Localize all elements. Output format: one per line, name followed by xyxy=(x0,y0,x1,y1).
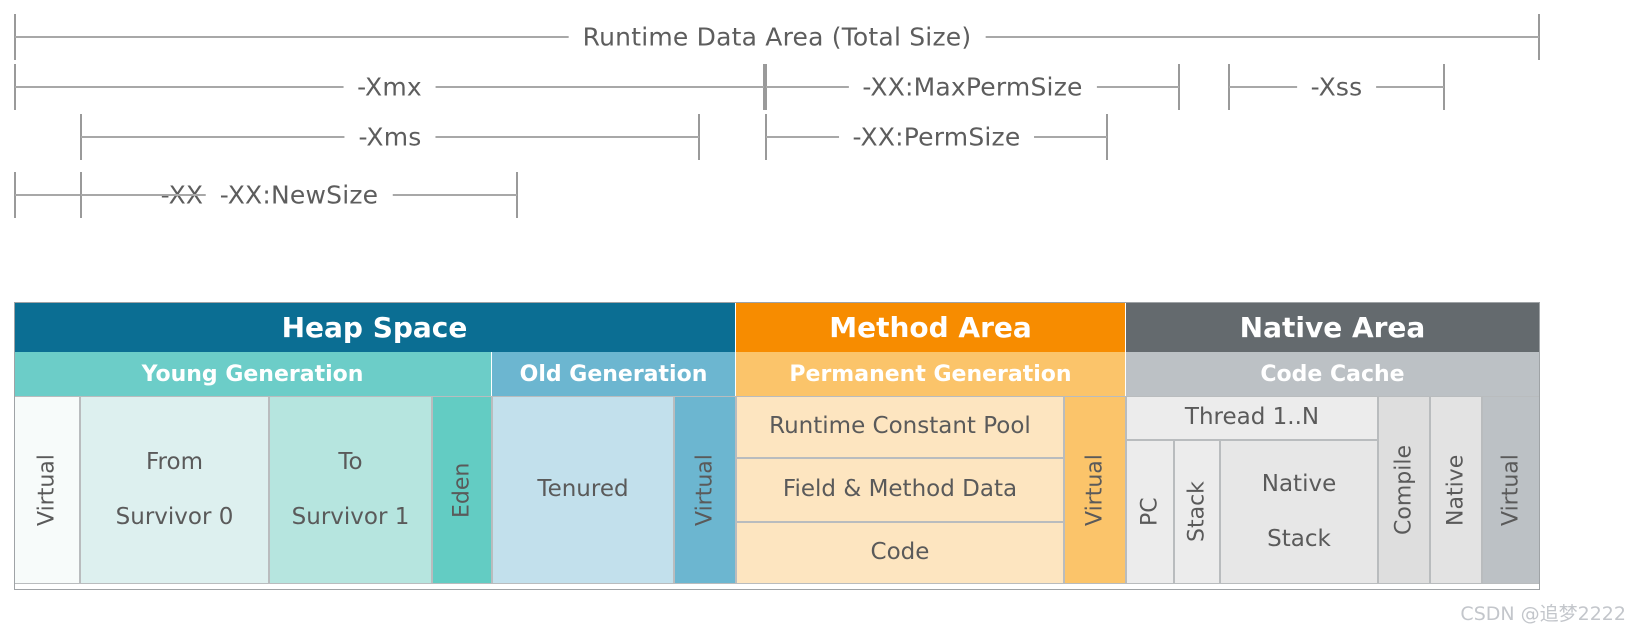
cell-to-survivor-1: To Survivor 1 xyxy=(269,396,432,584)
watermark-label: CSDN @追梦2222 xyxy=(1460,603,1626,625)
cell-from-survivor-0: From Survivor 0 xyxy=(80,396,269,584)
cell-thread-1-n: Thread 1..N xyxy=(1126,396,1378,440)
bracket-label: Runtime Data Area (Total Size) xyxy=(568,22,986,52)
bracket-label: -XX:MaxPermSize xyxy=(848,72,1097,102)
cell-text-line: Tenured xyxy=(537,476,629,503)
generation-permanent-generation: Permanent Generation xyxy=(736,352,1126,396)
cell-text-line: Field & Method Data xyxy=(782,476,1018,503)
area-method-area: Method Area xyxy=(736,302,1126,352)
cell-stack: Stack xyxy=(1174,440,1220,584)
memory-blocks: Heap Space Method Area Native Area Young Ge… xyxy=(14,302,1540,590)
bracket-xmx: -Xmx xyxy=(14,64,765,110)
cell-field-method-data: Field & Method Data xyxy=(736,458,1064,522)
bracket-label: -XX:PermSize xyxy=(838,122,1035,152)
bracket-label: -XX:NewSize xyxy=(205,180,393,210)
cell-virtual: Virtual xyxy=(14,396,80,584)
bracket-label: -Xms xyxy=(344,122,436,152)
generation-old-generation: Old Generation xyxy=(492,352,736,396)
generation-young-generation: Young Generation xyxy=(14,352,492,396)
generation-code-cache: Code Cache xyxy=(1126,352,1540,396)
cell-code: Code xyxy=(736,522,1064,584)
cell-text-line: Code xyxy=(870,539,930,566)
cell-text-line: Native xyxy=(1261,471,1337,498)
bracket-xx-permsize: -XX:PermSize xyxy=(765,114,1108,160)
cell-virtual: Virtual xyxy=(1482,396,1540,584)
bracket-xms: -Xms xyxy=(80,114,700,160)
cell-text-line: Thread 1..N xyxy=(1184,404,1320,431)
area-heap-space: Heap Space xyxy=(14,302,736,352)
bracket-xx-maxpermsize: -XX:MaxPermSize xyxy=(765,64,1180,110)
cell-native-stack: Native Stack xyxy=(1220,440,1378,584)
cell-text-line: Stack xyxy=(1267,525,1331,552)
cell-text-line: Survivor 1 xyxy=(291,503,410,530)
cell-compile: Compile xyxy=(1378,396,1430,584)
bracket-xss: -Xss xyxy=(1228,64,1445,110)
bracket-xx-newsize: -XX:NewSize xyxy=(80,172,518,218)
cell-text-line: From xyxy=(146,449,203,476)
jvm-memory-diagram: Runtime Data Area (Total Size) -Xmx -XX:Ma… xyxy=(0,0,1634,628)
cell-text-line: To xyxy=(338,449,363,476)
bracket-label: -Xss xyxy=(1296,72,1377,102)
bracket-label: -Xmx xyxy=(343,72,436,102)
cell-virtual: Virtual xyxy=(1064,396,1126,584)
cell-pc: PC xyxy=(1126,440,1174,584)
cell-eden: Eden xyxy=(432,396,492,584)
area-native-area: Native Area xyxy=(1126,302,1540,352)
bracket-runtime-data-area-total-size: Runtime Data Area (Total Size) xyxy=(14,14,1540,60)
cell-runtime-constant-pool: Runtime Constant Pool xyxy=(736,396,1064,458)
cell-text-line: Runtime Constant Pool xyxy=(769,413,1031,440)
cell-tenured: Tenured xyxy=(492,396,674,584)
cell-text-line: Survivor 0 xyxy=(115,503,234,530)
cell-native: Native xyxy=(1430,396,1482,584)
cell-virtual: Virtual xyxy=(674,396,736,584)
